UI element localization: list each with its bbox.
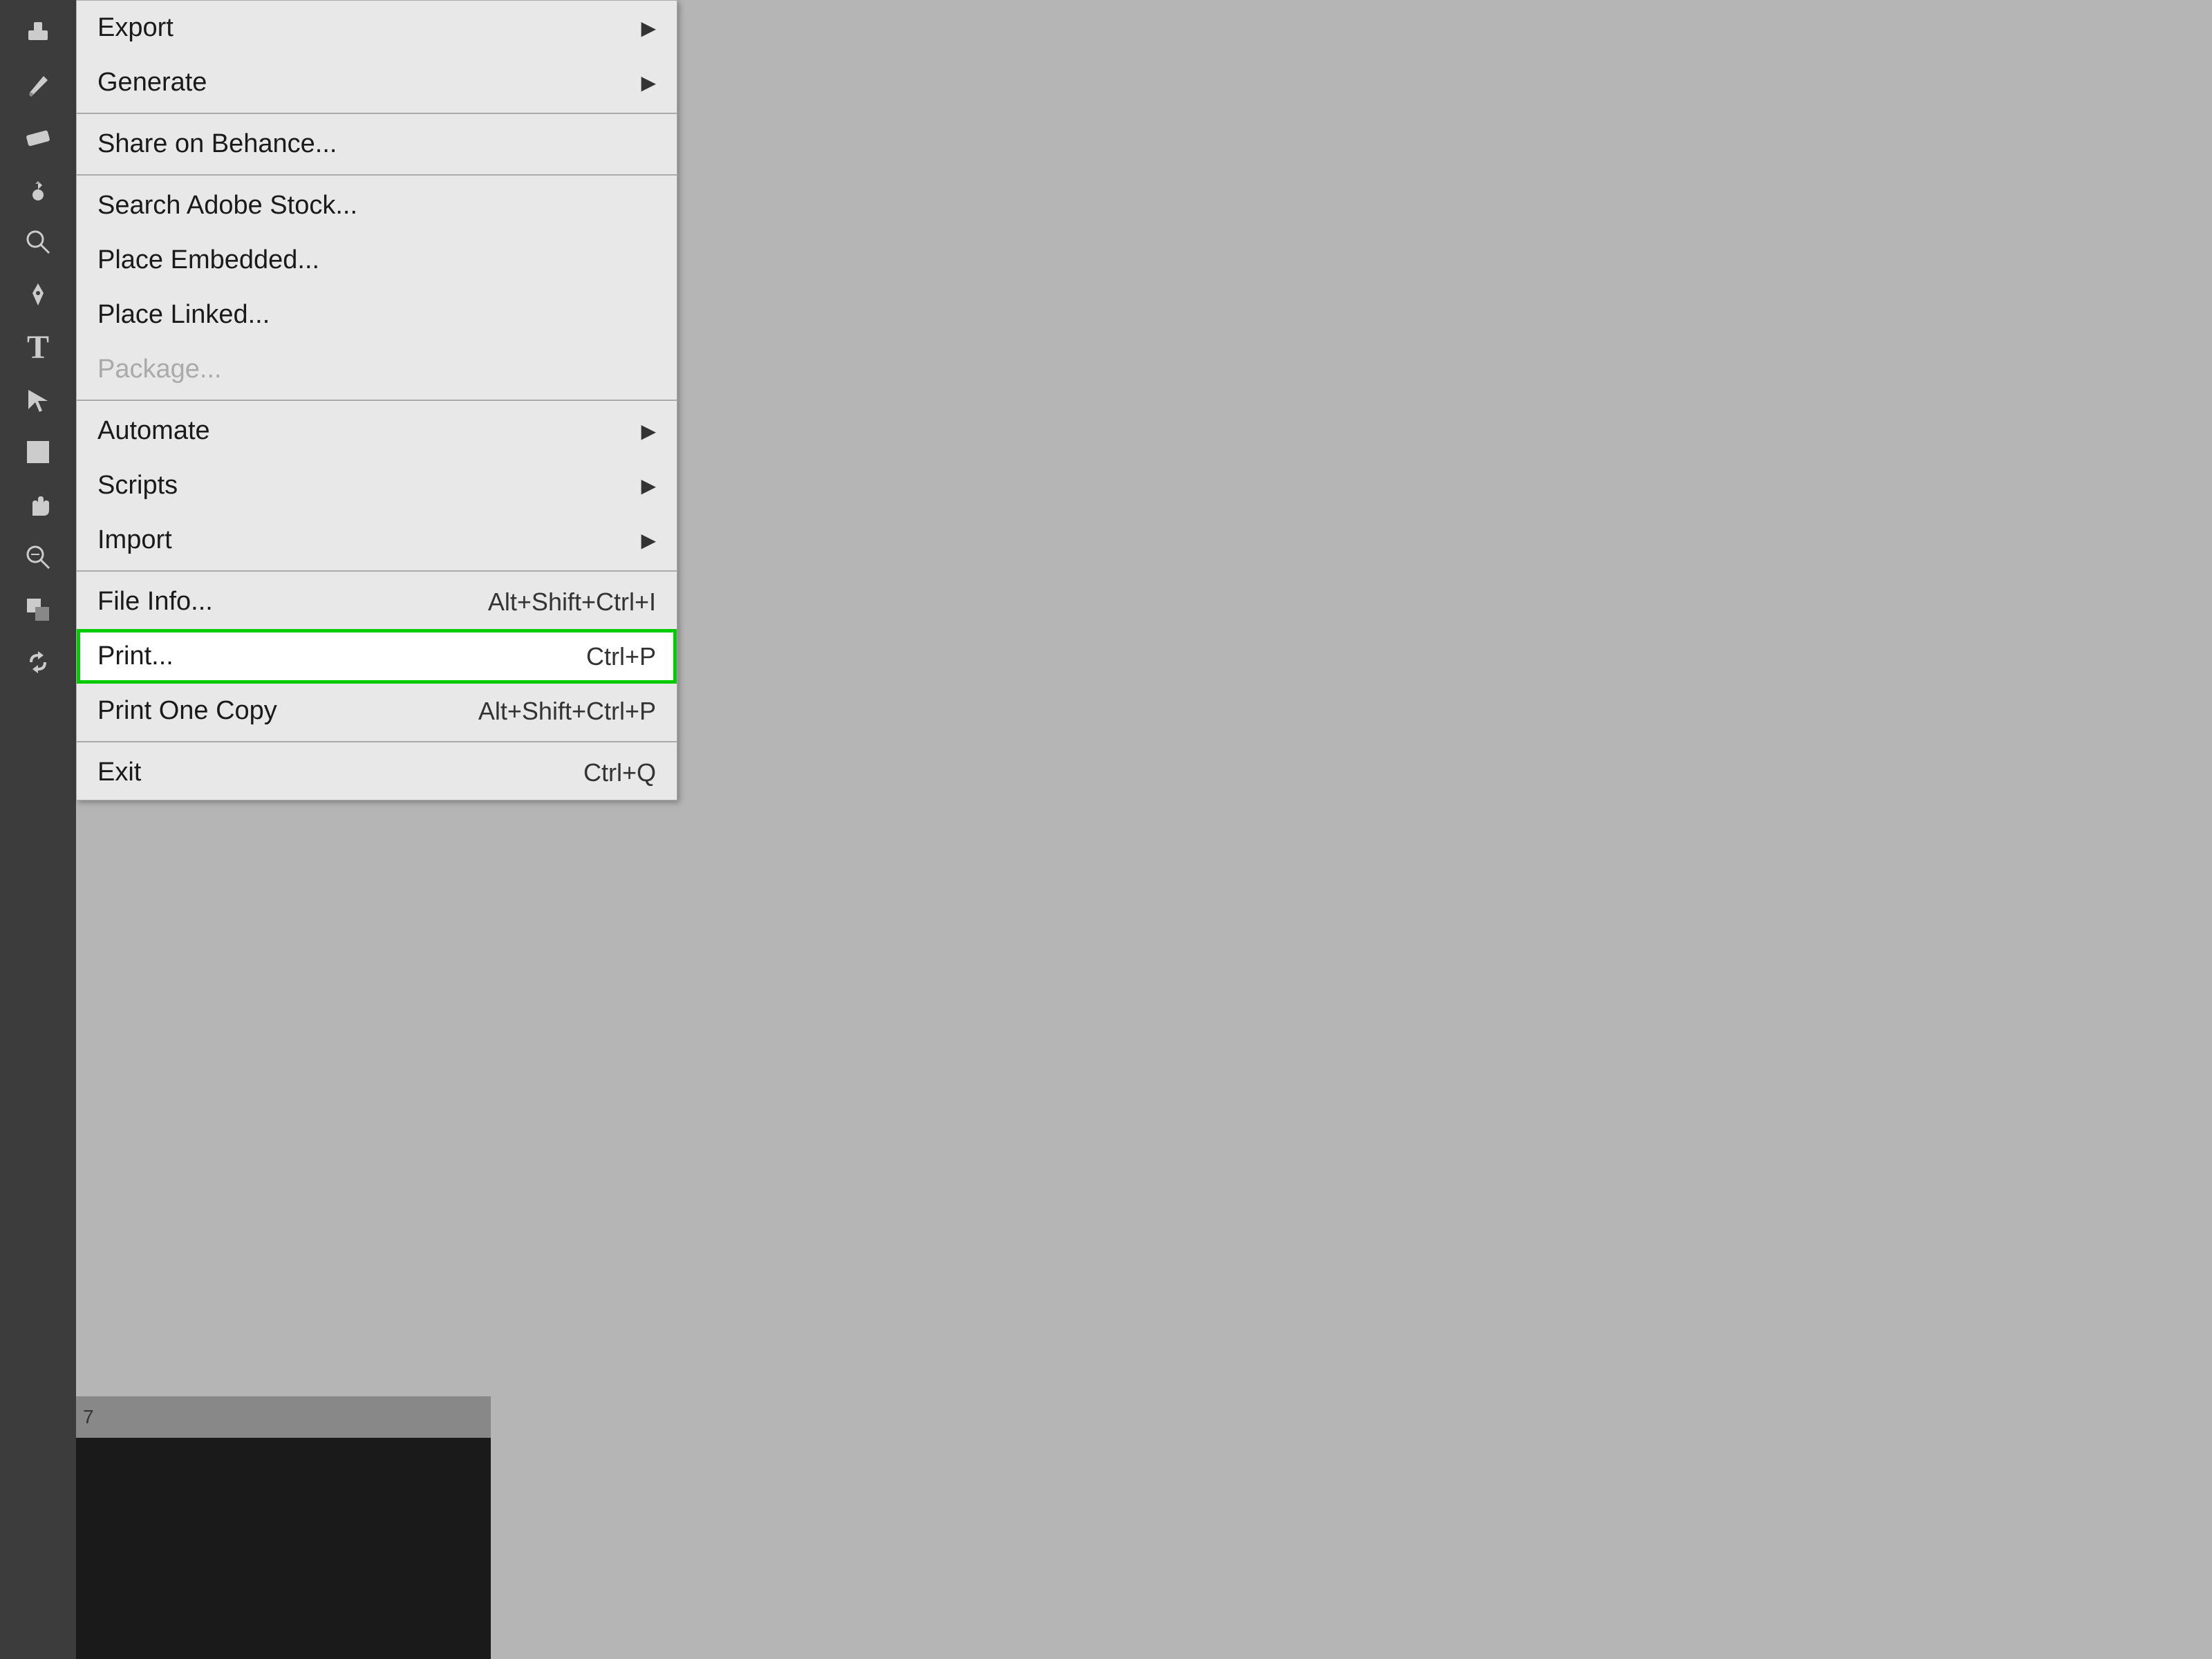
menu-item-shortcut: Ctrl+Q <box>583 758 656 787</box>
layer-tool[interactable] <box>13 585 63 635</box>
menu-item-label: Search Adobe Stock... <box>97 191 357 221</box>
menu-item-share-on-behance---[interactable]: Share on Behance... <box>77 117 677 171</box>
menu-item-print-one-copy[interactable]: Print One Copy Alt+Shift+Ctrl+P <box>77 684 677 738</box>
menu-item-exit[interactable]: Exit Ctrl+Q <box>77 745 677 800</box>
menu-item-label: Scripts <box>97 471 178 500</box>
submenu-arrow-icon: ▶ <box>641 420 656 442</box>
menu-item-label: Automate <box>97 416 210 446</box>
eraser-tool[interactable] <box>13 112 63 162</box>
zoom-tool[interactable] <box>13 532 63 582</box>
menu-item-label: Place Linked... <box>97 300 270 330</box>
submenu-arrow-icon: ▶ <box>641 17 656 39</box>
hand-tool[interactable] <box>13 480 63 529</box>
rectangle-tool[interactable] <box>13 427 63 477</box>
text-tool[interactable]: T <box>13 322 63 372</box>
menu-item-automate[interactable]: Automate ▶ <box>77 404 677 458</box>
menu-item-label: Place Embedded... <box>97 245 319 275</box>
rotate-tool[interactable] <box>13 637 63 687</box>
menu-item-print---[interactable]: Print... Ctrl+P <box>77 629 677 684</box>
stamp-tool[interactable] <box>13 7 63 57</box>
dropper-tool[interactable] <box>13 165 63 214</box>
menu-item-shortcut: Ctrl+P <box>586 642 656 671</box>
dropdown-menu: Export ▶ Generate ▶ Share on Behance... Searc… <box>76 0 677 800</box>
menu-separator <box>77 570 677 572</box>
ruler-number: 7 <box>83 1406 94 1428</box>
menu-item-label: Export <box>97 13 174 43</box>
menu-item-search-adobe-stock---[interactable]: Search Adobe Stock... <box>77 178 677 233</box>
menu-item-shortcut: Alt+Shift+Ctrl+I <box>488 588 656 617</box>
menu-item-label: Exit <box>97 758 141 787</box>
toolbar: T <box>0 0 76 1659</box>
magnify-tool[interactable] <box>13 217 63 267</box>
submenu-arrow-icon: ▶ <box>641 474 656 497</box>
menu-item-place-embedded---[interactable]: Place Embedded... <box>77 233 677 288</box>
menu-item-generate[interactable]: Generate ▶ <box>77 55 677 110</box>
menu-item-label: File Info... <box>97 587 213 617</box>
menu-item-file-info---[interactable]: File Info... Alt+Shift+Ctrl+I <box>77 574 677 629</box>
pen-tool[interactable] <box>13 270 63 319</box>
brush-tool[interactable] <box>13 59 63 109</box>
menu-item-label: Generate <box>97 68 207 97</box>
canvas-ruler: 7 <box>76 1396 491 1438</box>
selection-tool[interactable] <box>13 375 63 424</box>
menu-item-label: Package... <box>97 355 222 384</box>
menu-item-shortcut: Alt+Shift+Ctrl+P <box>478 697 656 726</box>
submenu-arrow-icon: ▶ <box>641 71 656 94</box>
menu-item-export[interactable]: Export ▶ <box>77 1 677 55</box>
menu-item-label: Print... <box>97 641 174 671</box>
canvas-area <box>76 1438 491 1659</box>
menu-item-label: Print One Copy <box>97 696 277 726</box>
menu-separator <box>77 741 677 742</box>
menu-item-place-linked---[interactable]: Place Linked... <box>77 288 677 342</box>
menu-item-label: Share on Behance... <box>97 129 337 159</box>
menu-item-scripts[interactable]: Scripts ▶ <box>77 458 677 513</box>
menu-separator <box>77 174 677 176</box>
menu-separator <box>77 400 677 401</box>
menu-item-import[interactable]: Import ▶ <box>77 513 677 568</box>
menu-item-package---[interactable]: Package... <box>77 342 677 397</box>
menu-separator <box>77 113 677 114</box>
submenu-arrow-icon: ▶ <box>641 529 656 552</box>
menu-item-label: Import <box>97 525 172 555</box>
